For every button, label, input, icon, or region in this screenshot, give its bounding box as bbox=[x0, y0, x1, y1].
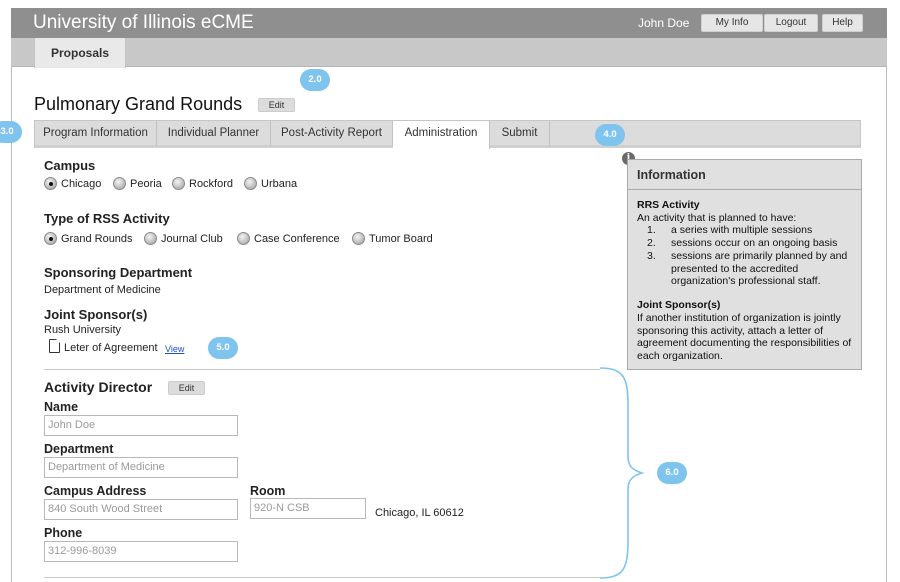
tab-individual-planner[interactable]: Individual Planner bbox=[157, 121, 271, 146]
joint-sponsor-info-title: Joint Sponsor(s) bbox=[637, 299, 721, 311]
rrs-activity-intro: An activity that is planned to have: bbox=[637, 212, 797, 224]
room-field[interactable]: 920-N CSB bbox=[250, 498, 366, 519]
rrs-number-1: 1. bbox=[647, 224, 656, 236]
annotation-marker-6: 6.0 bbox=[657, 462, 687, 484]
campus-radio-urbana[interactable] bbox=[244, 177, 257, 190]
rss-radio-journal-club[interactable] bbox=[144, 232, 157, 245]
rrs-item-2: sessions occur on an ongoing basis bbox=[671, 237, 838, 249]
campus-radio-chicago[interactable] bbox=[44, 177, 57, 190]
tab-post-activity-report[interactable]: Post-Activity Report bbox=[271, 121, 393, 146]
tab-program-information[interactable]: Program Information bbox=[35, 121, 157, 146]
rss-option-case-conference: Case Conference bbox=[254, 233, 340, 245]
sponsoring-department-value: Department of Medicine bbox=[44, 284, 161, 296]
campus-radio-rockford[interactable] bbox=[172, 177, 185, 190]
section-divider-bottom bbox=[44, 577, 600, 578]
page-title: Pulmonary Grand Rounds bbox=[34, 94, 243, 114]
department-field[interactable]: Department of Medicine bbox=[44, 457, 238, 478]
room-label: Room bbox=[250, 484, 286, 498]
joint-sponsor-label: Joint Sponsor(s) bbox=[44, 307, 148, 322]
agreement-document-name: Leter of Agreement bbox=[64, 342, 158, 354]
campus-address-label: Campus Address bbox=[44, 484, 147, 498]
section-divider bbox=[44, 369, 600, 370]
annotation-marker-2: 2.0 bbox=[300, 69, 330, 91]
rrs-number-2: 2. bbox=[647, 237, 656, 249]
rss-option-journal-club: Journal Club bbox=[161, 233, 223, 245]
activity-director-title: Activity Director bbox=[44, 379, 153, 395]
rss-option-grand-rounds: Grand Rounds bbox=[61, 233, 133, 245]
information-title: Information bbox=[628, 160, 861, 190]
joint-sponsor-value: Rush University bbox=[44, 324, 122, 336]
nav-bar: Proposals bbox=[11, 38, 887, 68]
sponsoring-department-label: Sponsoring Department bbox=[44, 265, 193, 280]
campus-radio-peoria[interactable] bbox=[113, 177, 126, 190]
activity-director-edit-button[interactable]: Edit bbox=[168, 381, 205, 395]
my-info-button[interactable]: My Info bbox=[701, 14, 763, 32]
rss-radio-tumor-board[interactable] bbox=[352, 232, 365, 245]
help-button[interactable]: Help bbox=[822, 14, 863, 32]
rss-radio-case-conference[interactable] bbox=[237, 232, 250, 245]
campus-address-field[interactable]: 840 South Wood Street bbox=[44, 499, 238, 520]
nav-proposals-tab[interactable]: Proposals bbox=[34, 38, 126, 68]
top-bar: University of Illinois eCME John Doe My … bbox=[11, 8, 887, 38]
view-agreement-link[interactable]: View bbox=[165, 344, 184, 354]
name-field[interactable]: John Doe bbox=[44, 415, 238, 436]
tab-bar: Program Information Individual Planner P… bbox=[34, 120, 861, 149]
phone-field[interactable]: 312-996-8039 bbox=[44, 541, 238, 562]
department-label: Department bbox=[44, 442, 114, 456]
campus-option-urbana: Urbana bbox=[261, 178, 298, 190]
rss-type-label: Type of RSS Activity bbox=[44, 211, 170, 226]
phone-label: Phone bbox=[44, 526, 83, 540]
tab-submit[interactable]: Submit bbox=[490, 121, 550, 146]
rss-radio-grand-rounds[interactable] bbox=[44, 232, 57, 245]
rss-option-tumor-board: Tumor Board bbox=[369, 233, 433, 245]
annotation-marker-5: 5.0 bbox=[208, 337, 238, 359]
campus-option-peoria: Peoria bbox=[130, 178, 162, 190]
name-label: Name bbox=[44, 400, 79, 414]
rrs-item-3: sessions are primarily planned by and pr… bbox=[671, 250, 848, 287]
user-name: John Doe bbox=[638, 16, 690, 30]
campus-label: Campus bbox=[44, 158, 96, 173]
logout-button[interactable]: Logout bbox=[764, 14, 818, 32]
city-state-zip: Chicago, IL 60612 bbox=[375, 507, 464, 519]
rrs-item-1: a series with multiple sessions bbox=[671, 224, 813, 236]
brace-annotation bbox=[599, 367, 645, 579]
campus-option-chicago: Chicago bbox=[61, 178, 102, 190]
annotation-marker-3: 3.0 bbox=[0, 121, 22, 143]
document-icon bbox=[49, 339, 60, 353]
annotation-marker-4: 4.0 bbox=[595, 124, 625, 146]
rrs-number-3: 3. bbox=[647, 250, 656, 262]
campus-option-rockford: Rockford bbox=[189, 178, 234, 190]
information-panel: Information RRS Activity An activity tha… bbox=[627, 159, 862, 370]
app-title: University of Illinois eCME bbox=[33, 12, 254, 33]
tab-administration[interactable]: Administration bbox=[393, 121, 490, 149]
joint-sponsor-info-text: If another institution of organization i… bbox=[637, 312, 852, 362]
rrs-activity-title: RRS Activity bbox=[637, 199, 700, 211]
title-edit-button[interactable]: Edit bbox=[258, 98, 295, 112]
